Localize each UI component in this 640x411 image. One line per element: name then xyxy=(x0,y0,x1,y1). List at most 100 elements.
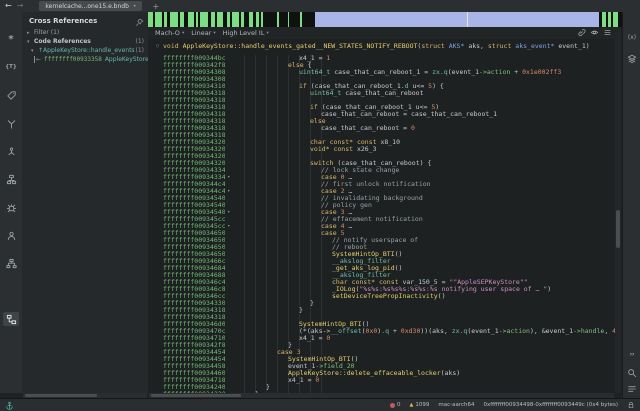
address[interactable]: ffffffff009342f8 xyxy=(148,342,225,349)
code-line[interactable]: ffffffff00934320switch (case_that_can_re… xyxy=(148,160,616,167)
address[interactable]: ffffffff009344c4 xyxy=(148,188,225,195)
address[interactable]: ffffffff00934310 xyxy=(148,83,225,90)
address[interactable]: ffffffff00934710 xyxy=(148,335,225,342)
code-line[interactable]: ffffffff00934650case 5 xyxy=(148,230,616,237)
address[interactable]: ffffffff00934650 xyxy=(148,244,225,251)
address[interactable]: ffffffff00934318 xyxy=(148,111,225,118)
address[interactable]: ffffffff00934718 xyxy=(148,377,225,384)
code-line[interactable]: ffffffff00934334▸case 0 … xyxy=(148,174,616,181)
address[interactable]: ffffffff00934460 xyxy=(148,370,225,377)
address[interactable]: ffffffff00934334 xyxy=(148,174,225,181)
code-line[interactable]: ffffffff009344bcx4_1 = 1 xyxy=(148,55,616,62)
pin-icon[interactable] xyxy=(135,12,144,31)
address[interactable]: ffffffff00934320 xyxy=(148,153,225,160)
code-line[interactable]: ffffffff00934650// reboot xyxy=(148,244,616,251)
code-line[interactable]: ffffffff00934310if (case_that_can_reboot… xyxy=(148,83,616,90)
address[interactable]: ffffffff00934454 xyxy=(148,349,225,356)
address[interactable]: ffffffff00934318 xyxy=(148,125,225,132)
code-line[interactable]: ffffffff00934318else xyxy=(148,118,616,125)
function-signature[interactable]: ○ void AppleKeyStore::handle_events_gate… xyxy=(148,41,616,50)
address[interactable]: ffffffff00934684 xyxy=(148,265,225,272)
symbols-icon[interactable]: * xyxy=(3,32,19,46)
strings-icon[interactable]: ” xyxy=(624,350,640,364)
graph-icon[interactable] xyxy=(3,172,19,186)
address[interactable]: ffffffff00934318 xyxy=(148,132,225,139)
code-line[interactable]: ffffffff0093466c__akslog_filter xyxy=(148,258,616,265)
code-line[interactable]: ffffffff00934320char const* const x8_10 xyxy=(148,139,616,146)
tags-icon[interactable] xyxy=(3,88,19,102)
address[interactable]: ffffffff00934318 xyxy=(148,314,225,321)
address[interactable]: ffffffff00934320 xyxy=(148,139,225,146)
minigraph-icon[interactable] xyxy=(3,312,19,326)
code-line[interactable]: ffffffff00934710x4_1 = 0 xyxy=(148,335,616,342)
class-hierarchy-icon[interactable] xyxy=(3,144,19,158)
code-line[interactable]: ffffffff009342f8else { xyxy=(148,62,616,69)
code-line[interactable]: ffffffff00934460AppleKeyStore::delete_ef… xyxy=(148,370,616,377)
code-line[interactable]: ffffffff00934688__akslog_filter xyxy=(148,272,616,279)
code-line[interactable]: ffffffff00934308uint64_t case_that_can_r… xyxy=(148,69,616,76)
address[interactable]: ffffffff00934540 xyxy=(148,202,225,209)
address[interactable]: ffffffff00934650 xyxy=(148,251,225,258)
filter-row[interactable]: ▸ Filter (1) xyxy=(22,28,148,37)
address[interactable]: ffffffff00934240 xyxy=(148,384,225,391)
code-line[interactable]: ffffffff00934318 xyxy=(148,132,616,139)
address[interactable]: ffffffff009344c4 xyxy=(148,181,225,188)
scrollbar-thumb[interactable] xyxy=(151,394,241,397)
code-line[interactable]: ffffffff009342f8} xyxy=(148,342,616,349)
address[interactable]: ffffffff009346cc xyxy=(148,293,225,300)
user-icon[interactable] xyxy=(3,228,19,242)
address[interactable]: ffffffff00934458 xyxy=(148,363,225,370)
code-line[interactable]: ffffffff00934318 xyxy=(148,314,616,321)
code-line[interactable]: ffffffff00934684_get_aks_log_pid() xyxy=(148,265,616,272)
xref-address-row[interactable]: ← ffffffff00933358 AppleKeyStore::handl xyxy=(22,55,148,64)
feature-map[interactable] xyxy=(148,12,622,27)
vertical-scrollbar[interactable] xyxy=(615,27,621,393)
layout-selector[interactable]: Linear ▾ xyxy=(191,29,215,37)
types-icon[interactable]: {T} xyxy=(3,60,19,74)
code-line[interactable]: ffffffff00934454case 3 xyxy=(148,349,616,356)
address[interactable]: ffffffff009342f8 xyxy=(148,62,225,69)
code-line[interactable]: ffffffff00934318} xyxy=(148,307,616,314)
address[interactable]: ffffffff00934330 xyxy=(148,300,225,307)
address[interactable]: ffffffff00934454 xyxy=(148,356,225,363)
code-line[interactable]: ffffffff00934458event_1->field_20 xyxy=(148,363,616,370)
code-line[interactable]: ffffffff00934318 xyxy=(148,97,616,104)
forward-button[interactable]: → xyxy=(17,0,24,12)
address[interactable]: ffffffff00934308 xyxy=(148,69,225,76)
code-line[interactable]: ffffffff00934308 xyxy=(148,76,616,83)
address[interactable]: ffffffff00934318 xyxy=(148,97,225,104)
log-icon[interactable] xyxy=(624,382,640,396)
address[interactable]: ffffffff0093470c xyxy=(148,328,225,335)
address[interactable]: ffffffff00934318 xyxy=(148,118,225,125)
address[interactable]: ffffffff00934318 xyxy=(148,104,225,111)
address[interactable]: ffffffff009345cc xyxy=(148,216,225,223)
code-line[interactable]: ffffffff00934318case_that_can_reboot = c… xyxy=(148,111,616,118)
xref-function-row[interactable]: ▾ ↑AppleKeyStore::handle_events (1) xyxy=(22,46,148,55)
code-line[interactable]: ffffffff00934718x4_1 = 0 xyxy=(148,377,616,384)
code-line[interactable]: ffffffff00934540// invalidating backgrou… xyxy=(148,195,616,202)
collapse-indicator-icon[interactable]: ○ xyxy=(156,43,159,49)
code-line[interactable]: ffffffff009346d0SystemHintOp_BTI() xyxy=(148,321,616,328)
collapse-arrow-icon[interactable]: ▸ xyxy=(225,223,233,230)
code-line[interactable]: ffffffff009345cc// effacement notificati… xyxy=(148,216,616,223)
code-line[interactable]: ffffffff009345cc▸case 4 … xyxy=(148,223,616,230)
address[interactable]: ffffffff00934688 xyxy=(148,272,225,279)
address[interactable]: ffffffff009346c8 xyxy=(148,286,225,293)
arch-selector[interactable]: Mach-O ▾ xyxy=(155,29,184,37)
address[interactable]: ffffffff009346c4 xyxy=(148,279,225,286)
debugger-icon[interactable] xyxy=(3,200,19,214)
address[interactable]: ffffffff009345cc xyxy=(148,223,225,230)
code-line[interactable]: ffffffff00934540▸case 3 … xyxy=(148,209,616,216)
address[interactable]: ffffffff00934320 xyxy=(148,160,225,167)
link-icon[interactable] xyxy=(577,28,586,39)
collapse-arrow-icon[interactable]: ▸ xyxy=(225,209,233,216)
il-selector[interactable]: High Level IL ▾ xyxy=(223,29,269,37)
code-line[interactable]: ffffffff00934318case_that_can_reboot = 0 xyxy=(148,125,616,132)
code-line[interactable]: ffffffff009346c4char const* const var_15… xyxy=(148,279,616,286)
menu-icon[interactable] xyxy=(603,28,612,39)
code-line[interactable]: ffffffff00934330} xyxy=(148,300,616,307)
address[interactable]: ffffffff00934650 xyxy=(148,230,225,237)
code-line[interactable]: ffffffff009346ccsetDeviceTreePropInactiv… xyxy=(148,293,616,300)
code-line[interactable]: ffffffff00934318if (case_that_can_reboot… xyxy=(148,104,616,111)
triage-icon[interactable] xyxy=(3,116,19,130)
